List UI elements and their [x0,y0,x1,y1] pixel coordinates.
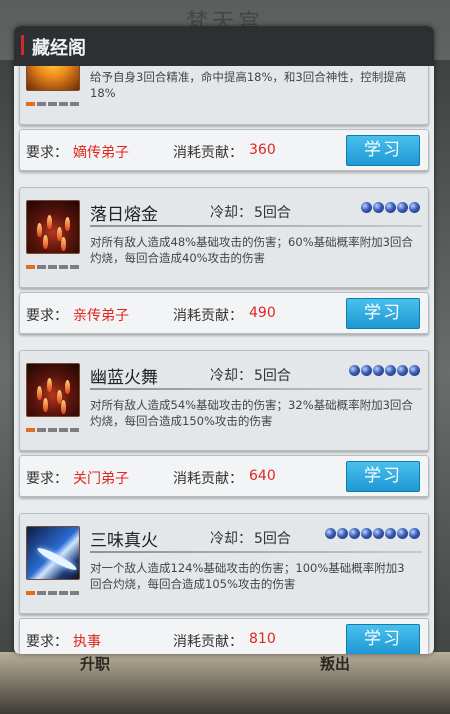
cost-value: 490 [249,305,276,321]
skill-name: 三味真火 [90,531,158,551]
background-floor [0,652,450,714]
scripture-pavilion-panel: 藏经阁 给予自身3回合精准，命中提高18%，和3回合神性，控制提高18% 要求：… [14,26,434,654]
requirement-value: 亲传弟子 [73,308,129,324]
cost-value: 640 [249,468,276,484]
skill-grade-orbs [325,528,420,539]
skill-card[interactable]: 三味真火 冷却： 5回合 对一个敌人造成124%基础攻击的伤害；100%基础概率… [19,513,429,614]
cooldown-value: 5回合 [254,531,291,547]
skill-name: 幽蓝火舞 [90,368,158,388]
skill-card[interactable]: 落日熔金 冷却： 5回合 对所有敌人造成48%基础攻击的伤害；60%基础概率附加… [19,187,429,288]
skill-level-pips [26,265,79,269]
fire-rain-icon [26,200,80,254]
skill-list-viewport[interactable]: 给予自身3回合精准，命中提高18%，和3回合神性，控制提高18% 要求： 嫡传弟… [14,66,434,654]
skill-description: 对所有敌人造成54%基础攻击的伤害；32%基础概率附加3回合灼烧，每回合造成15… [90,398,413,428]
learn-button[interactable]: 学习 [346,135,420,166]
requirement-value: 嫡传弟子 [73,145,129,161]
cost-label: 消耗贡献： [173,471,243,487]
golden-demon-icon [26,66,80,91]
skill-level-pips [26,102,79,106]
skill-grade-orbs [349,365,420,376]
cost-label: 消耗贡献： [173,634,243,650]
skill-requirement-row: 要求： 亲传弟子 消耗贡献： 490 学习 [19,292,429,334]
requirement-label: 要求： [26,308,68,324]
skill-level-pips [26,428,79,432]
requirement-label: 要求： [26,471,68,487]
skill-description: 对一个敌人造成124%基础攻击的伤害；100%基础概率附加3回合灼烧，每回合造成… [90,561,405,591]
header-accent-bar [21,35,24,55]
cooldown-label: 冷却： [210,531,252,547]
card-divider [90,388,422,390]
skill-requirement-row: 要求： 嫡传弟子 消耗贡献： 360 学习 [19,129,429,171]
blue-flame-icon [26,526,80,580]
requirement-value: 执事 [73,634,101,650]
skill-description: 对所有敌人造成48%基础攻击的伤害；60%基础概率附加3回合灼烧，每回合造成40… [90,235,413,265]
cost-value: 360 [249,142,276,158]
card-divider [90,225,422,227]
card-divider [90,551,422,553]
cost-value: 810 [249,631,276,647]
fire-rain-icon [26,363,80,417]
skill-card[interactable]: 给予自身3回合精准，命中提高18%，和3回合神性，控制提高18% [19,66,429,125]
panel-header: 藏经阁 [14,26,434,66]
skill-grade-orbs [361,202,420,213]
learn-button[interactable]: 学习 [346,461,420,492]
skill-list[interactable]: 给予自身3回合精准，命中提高18%，和3回合神性，控制提高18% 要求： 嫡传弟… [19,66,429,654]
cooldown-value: 5回合 [254,368,291,384]
cooldown-label: 冷却： [210,205,252,221]
learn-button[interactable]: 学习 [346,298,420,329]
skill-description: 给予自身3回合精准，命中提高18%，和3回合神性，控制提高18% [90,70,407,100]
cost-label: 消耗贡献： [173,145,243,161]
skill-name: 落日熔金 [90,205,158,225]
cooldown-value: 5回合 [254,205,291,221]
defect-button[interactable]: 叛出 [320,653,350,674]
promote-button[interactable]: 升职 [80,653,110,674]
skill-level-pips [26,591,79,595]
learn-button[interactable]: 学习 [346,624,420,654]
skill-requirement-row: 要求： 执事 消耗贡献： 810 学习 [19,618,429,654]
skill-card[interactable]: 幽蓝火舞 冷却： 5回合 对所有敌人造成54%基础攻击的伤害；32%基础概率附加… [19,350,429,451]
cooldown-label: 冷却： [210,368,252,384]
requirement-value: 关门弟子 [73,471,129,487]
cost-label: 消耗贡献： [173,308,243,324]
requirement-label: 要求： [26,634,68,650]
skill-requirement-row: 要求： 关门弟子 消耗贡献： 640 学习 [19,455,429,497]
requirement-label: 要求： [26,145,68,161]
background-pillar-right [432,60,450,684]
panel-title: 藏经阁 [32,38,86,59]
